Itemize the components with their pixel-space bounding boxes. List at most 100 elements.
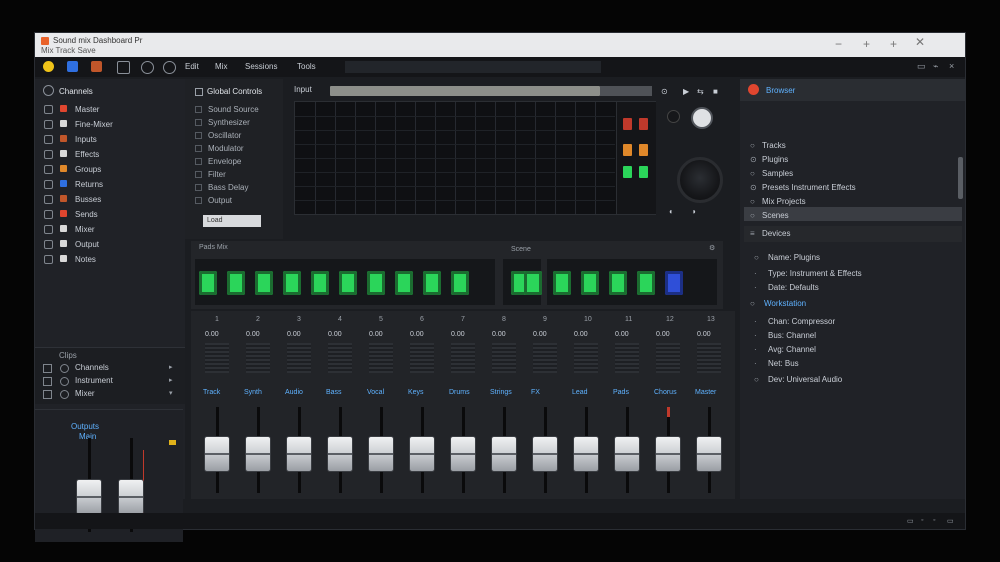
toolbar-item-sessions[interactable]: Sessions [245,62,277,71]
browser-item[interactable]: Oscillator [195,131,241,140]
sidebar-item[interactable]: Fine-Mixer [35,118,183,132]
sidebar-item[interactable]: Mixer [35,223,183,237]
device-entry[interactable]: · Type: Instrument & Effects [754,269,862,278]
minimize-icon[interactable]: − [835,37,842,51]
restore-icon[interactable]: + [863,37,870,51]
channel-fader[interactable] [451,437,475,471]
sidebar-item[interactable]: Inputs [35,133,183,147]
scope-position-bar[interactable] [330,86,600,96]
channel-fader[interactable] [246,437,270,471]
browser-item[interactable]: Bass Delay [195,183,248,192]
channel-fader[interactable] [656,437,680,471]
browser-item[interactable]: Sound Source [195,105,259,114]
device-entry[interactable]: ○ Name: Plugins [754,253,820,262]
channel-fader[interactable] [287,437,311,471]
device-entry[interactable]: ○ Workstation [750,299,806,308]
drum-pad[interactable] [423,271,441,295]
layout-icon[interactable]: ▭ [917,61,926,72]
copy-icon[interactable] [117,61,130,74]
pin-icon[interactable]: ⌁ [933,61,938,72]
drum-pad[interactable] [609,271,627,295]
browser-item[interactable]: Output [195,196,232,205]
menu-bar[interactable]: Mix Track Save [41,46,96,55]
device-entry[interactable]: · Chan: Compressor [754,317,835,326]
channel-fader[interactable] [410,437,434,471]
drum-pad[interactable] [553,271,571,295]
sidebar-item[interactable]: Groups [35,163,183,177]
sidebar-item[interactable]: Master [35,103,183,117]
toolbar-item-mix[interactable]: Mix [215,62,227,71]
device-entry[interactable]: · Date: Defaults [754,283,819,292]
master-volume-knob[interactable] [677,157,723,203]
scrollbar[interactable] [958,157,963,199]
drum-pad[interactable] [283,271,301,295]
browser-list-item[interactable]: ⊙ Presets Instrument Effects [750,183,856,192]
browser-item[interactable]: Envelope [195,157,241,166]
stop-icon[interactable]: ■ [713,87,718,96]
solo-icon[interactable]: ◑ [691,207,696,216]
sidebar-item[interactable]: Returns [35,178,183,192]
play-icon[interactable]: ▶ [683,87,689,96]
clip-row-instrument[interactable]: Instrument ▸ [35,375,181,387]
channel-fader[interactable] [205,437,229,471]
browser-list-item[interactable]: ⊙ Plugins [750,155,788,164]
small-knob[interactable] [667,110,680,123]
settings-icon[interactable] [141,61,154,74]
drum-pad[interactable] [311,271,329,295]
browser-list-item[interactable]: ○ Scenes [750,211,789,220]
channel-fader[interactable] [574,437,598,471]
browser-list-item[interactable]: ○ Samples [750,169,793,178]
link-icon[interactable]: ⊙ [661,87,668,96]
sidebar-item[interactable]: Notes [35,253,183,267]
add-icon[interactable]: + [890,37,897,51]
browser-list-item[interactable]: ○ Mix Projects [750,197,806,206]
browser-item[interactable]: Synthesizer [195,118,250,127]
browser-list-item[interactable]: ○ Tracks [750,141,786,150]
clip-row-channels[interactable]: Channels ▸ [35,362,181,374]
device-entry[interactable]: · Avg: Channel [754,345,816,354]
drum-pad[interactable] [339,271,357,295]
toolbar-field[interactable] [345,61,601,73]
record-icon[interactable] [748,84,759,95]
scope-range-bar[interactable] [600,86,652,96]
device-entry[interactable]: · Net: Bus [754,359,799,368]
channel-fader[interactable] [533,437,557,471]
save-icon[interactable] [67,61,78,72]
drum-pad[interactable] [199,271,217,295]
drum-pad[interactable] [581,271,599,295]
device-entry[interactable]: · Bus: Channel [754,331,816,340]
drum-pad[interactable] [524,271,542,295]
drum-pad[interactable] [227,271,245,295]
sidebar-item[interactable]: Effects [35,148,183,162]
drum-pad[interactable] [637,271,655,295]
output-fader-left[interactable] [77,480,101,514]
drum-pad[interactable] [451,271,469,295]
close-icon[interactable]: ✕ [915,35,925,49]
toolbar-item-edit[interactable]: Edit [185,62,199,71]
channel-fader[interactable] [369,437,393,471]
sidebar-item[interactable]: Busses [35,193,183,207]
gain-knob[interactable] [691,107,713,129]
folder-icon[interactable] [91,61,102,72]
clock-icon[interactable] [163,61,176,74]
browser-item[interactable]: Filter [195,170,226,179]
channel-fader[interactable] [492,437,516,471]
pads-settings-icon[interactable]: ⚙ [709,244,715,252]
clip-row-mixer[interactable]: Mixer ▾ [35,388,181,400]
channel-fader[interactable] [615,437,639,471]
device-entry[interactable]: ○ Dev: Universal Audio [754,375,842,384]
sidebar-item[interactable]: Sends [35,208,183,222]
output-fader-right[interactable] [119,480,143,514]
channel-fader[interactable] [328,437,352,471]
browser-item[interactable]: Modulator [195,144,244,153]
record-icon[interactable] [43,61,54,72]
channel-fader[interactable] [697,437,721,471]
collapse-icon[interactable]: × [949,61,954,71]
drum-pad[interactable] [395,271,413,295]
mute-icon[interactable]: ◐ [669,207,674,216]
drum-pad[interactable] [255,271,273,295]
load-button[interactable]: Load [203,215,261,227]
toolbar-item-tools[interactable]: Tools [297,62,316,71]
sidebar-item[interactable]: Output [35,238,183,252]
drum-pad[interactable] [367,271,385,295]
